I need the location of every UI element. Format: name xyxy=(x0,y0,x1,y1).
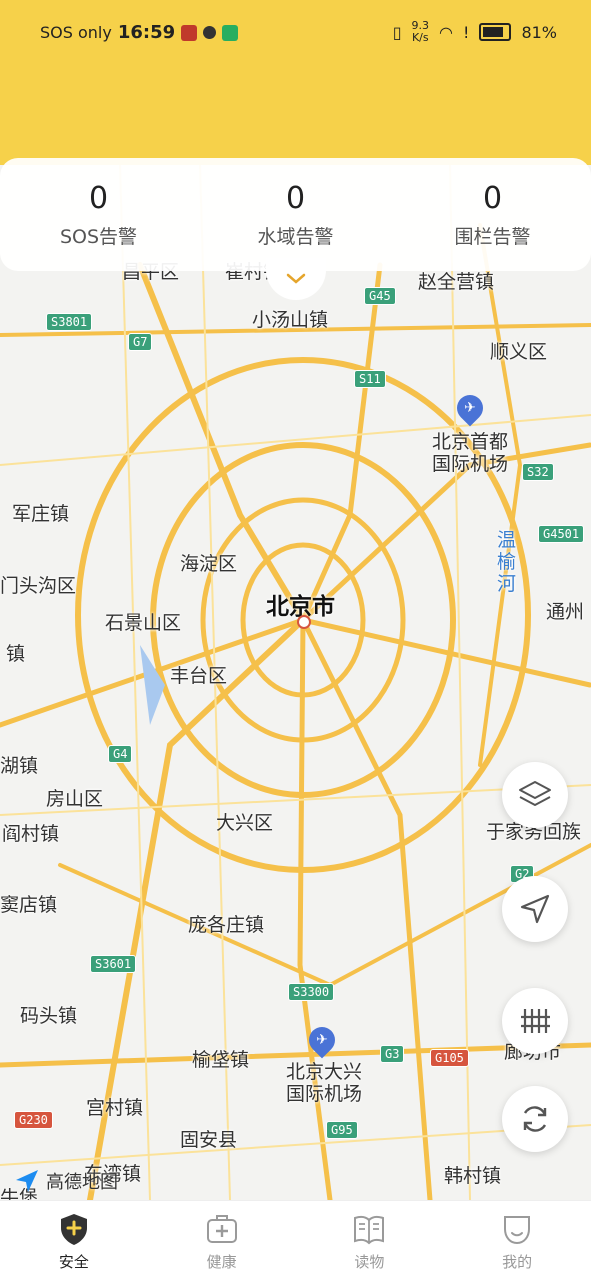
road-badge: S11 xyxy=(354,370,386,388)
chevron-down-icon xyxy=(286,273,306,284)
shield-plus-icon xyxy=(60,1213,87,1245)
road-badge: S3601 xyxy=(90,955,137,973)
net-speed-unit: K/s xyxy=(411,31,429,44)
app-notification-icon xyxy=(181,24,198,41)
refresh-button[interactable] xyxy=(502,1086,568,1152)
medical-kit-icon xyxy=(206,1214,237,1243)
place-label: 小汤山镇 xyxy=(252,309,329,331)
bottom-tab-bar: 安全 健康 读物 我的 xyxy=(0,1200,591,1281)
road-badge: G105 xyxy=(430,1049,469,1067)
stat-value: 0 xyxy=(88,180,109,216)
place-label: 榆垡镇 xyxy=(192,1049,250,1071)
stat-fence[interactable]: 0 围栏告警 xyxy=(418,158,568,271)
stat-value: 0 xyxy=(482,180,503,216)
stat-value: 0 xyxy=(285,180,306,216)
road-badge: S3801 xyxy=(46,313,93,331)
layers-button[interactable] xyxy=(502,762,568,828)
city-marker-icon xyxy=(297,615,311,629)
tab-health[interactable]: 健康 xyxy=(148,1201,296,1281)
place-label: 码头镇 xyxy=(20,1005,78,1027)
stat-sos[interactable]: 0 SOS告警 xyxy=(24,158,174,271)
place-label: 门头沟区 xyxy=(0,575,77,597)
place-label: 镇 xyxy=(6,643,26,665)
place-label: 军庄镇 xyxy=(12,503,70,525)
place-label: 顺义区 xyxy=(490,341,548,363)
locate-button[interactable] xyxy=(502,876,568,942)
refresh-icon xyxy=(523,1106,547,1132)
map-view[interactable]: 昌平区 崔村镇 赵全营镇 小汤山镇 顺义区 北京首都 国际机场 军庄镇 海淀区 … xyxy=(0,165,591,1200)
road-badge: G4501 xyxy=(538,525,585,543)
place-label: 庞各庄镇 xyxy=(188,914,265,936)
road-badge: G230 xyxy=(14,1111,53,1129)
layers-icon xyxy=(519,781,551,806)
tab-label: 我的 xyxy=(502,1252,533,1271)
place-label: 大兴区 xyxy=(216,812,274,834)
river-label: 河 xyxy=(497,573,517,595)
book-icon xyxy=(354,1215,385,1244)
road-badge: G7 xyxy=(128,333,153,351)
message-notification-icon xyxy=(222,24,239,41)
road-badge: G45 xyxy=(364,287,396,305)
place-label: 湖镇 xyxy=(0,755,39,777)
airport-icon: ✈ xyxy=(303,1021,341,1059)
place-label: 国际机场 xyxy=(432,453,509,475)
place-label: 海淀区 xyxy=(180,553,238,575)
amap-arrow-icon xyxy=(16,1170,38,1192)
place-label: 韩村镇 xyxy=(444,1165,502,1187)
carrier-text: SOS only xyxy=(40,23,112,42)
place-label: 固安县 xyxy=(180,1129,238,1151)
battery-icon xyxy=(479,23,512,41)
place-label: 房山区 xyxy=(46,788,104,810)
status-bar: SOS only 16:59 ▯ 9.3 K/s ◠ ! 81% xyxy=(0,0,591,66)
road-badge: G3 xyxy=(380,1045,405,1063)
road-g3 xyxy=(300,617,433,1200)
place-label: 阎村镇 xyxy=(2,823,60,845)
navigation-arrow-icon xyxy=(520,894,550,924)
place-label: 通州 xyxy=(546,601,585,623)
wifi-icon: ◠ xyxy=(439,22,454,42)
stat-label: SOS告警 xyxy=(59,225,138,248)
place-label: 宫村镇 xyxy=(86,1097,144,1119)
map-provider-logo: 高德地图 xyxy=(14,1168,118,1194)
alert-stats-card: 0 SOS告警 0 水域告警 0 围栏告警 xyxy=(0,158,591,271)
vibrate-icon: ▯ xyxy=(392,22,402,42)
stat-label: 围栏告警 xyxy=(454,225,531,248)
header-background xyxy=(0,66,591,166)
road-badge: S3300 xyxy=(288,983,335,1001)
tab-label: 安全 xyxy=(58,1252,89,1271)
road-badge: G4 xyxy=(108,745,133,763)
fence-button[interactable] xyxy=(502,988,568,1054)
place-label: 丰台区 xyxy=(170,665,228,687)
stat-water[interactable]: 0 水域告警 xyxy=(221,158,371,271)
tab-safety[interactable]: 安全 xyxy=(0,1201,148,1281)
shield-notification-icon xyxy=(203,26,217,39)
place-label: 赵全营镇 xyxy=(418,271,495,293)
net-speed: 9.3 K/s xyxy=(412,20,430,44)
status-left: SOS only 16:59 xyxy=(40,22,239,43)
place-label: 窦店镇 xyxy=(0,894,58,916)
clock: 16:59 xyxy=(117,22,176,43)
tab-profile[interactable]: 我的 xyxy=(443,1201,591,1281)
fence-icon xyxy=(521,1009,550,1033)
place-label: 国际机场 xyxy=(286,1083,363,1105)
road-badge: S32 xyxy=(522,463,554,481)
lake xyxy=(140,645,165,725)
battery-percent: 81% xyxy=(521,22,557,42)
status-right: ▯ 9.3 K/s ◠ ! 81% xyxy=(393,20,557,44)
airport-icon: ✈ xyxy=(451,389,489,427)
tab-label: 健康 xyxy=(206,1252,237,1271)
alert-icon: ! xyxy=(463,22,470,42)
map-provider-text: 高德地图 xyxy=(46,1172,118,1193)
tab-reading[interactable]: 读物 xyxy=(296,1201,444,1281)
road-badge: G95 xyxy=(326,1121,358,1139)
road-south xyxy=(297,617,333,1200)
stat-label: 水域告警 xyxy=(257,225,334,248)
place-label: 石景山区 xyxy=(105,612,182,634)
tab-label: 读物 xyxy=(354,1252,385,1271)
profile-icon xyxy=(504,1215,531,1244)
